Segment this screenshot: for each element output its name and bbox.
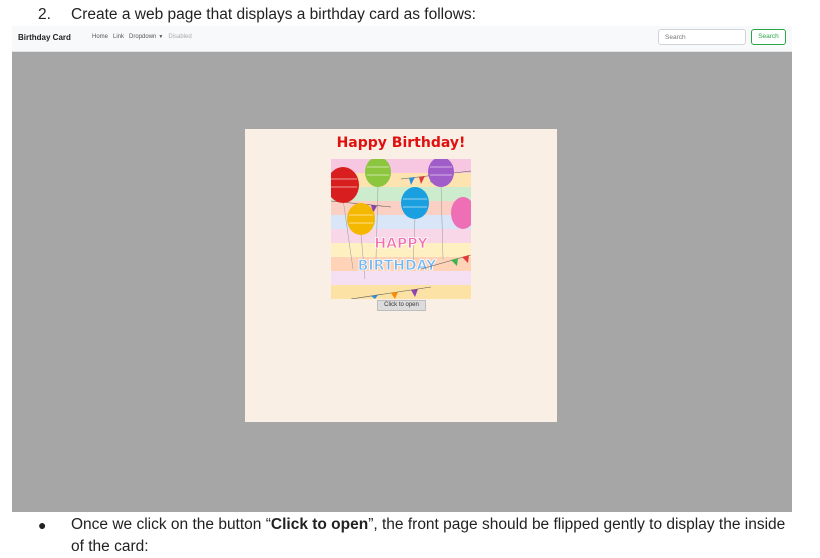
exercise-heading: 2. Create a web page that displays a birt…	[38, 6, 476, 24]
bullet-text: Once we click on the button “Click to op…	[71, 514, 791, 558]
webpage-screenshot: Birthday Card Home Link Dropdown ▼ Disabl…	[12, 26, 792, 512]
search-input[interactable]: Search	[658, 29, 746, 45]
bullet-prefix: Once we click on the button “	[71, 516, 271, 533]
image-text-birthday: BIRTHDAY	[358, 258, 437, 274]
bullet-dot-icon: ●	[38, 517, 47, 533]
exercise-number: 2.	[38, 6, 51, 23]
birthday-card: Happy Birthday! HAPPY BIRTHDAY Click to …	[245, 129, 557, 422]
nav-link-home[interactable]: Home	[92, 34, 108, 40]
card-title: Happy Birthday!	[336, 135, 466, 151]
balloons-illustration: HAPPY BIRTHDAY	[331, 159, 471, 299]
navbar: Birthday Card Home Link Dropdown ▼ Disabl…	[12, 26, 792, 52]
nav-link-disabled: Disabled	[168, 34, 192, 40]
nav-dropdown[interactable]: Dropdown ▼	[129, 34, 163, 40]
click-to-open-button[interactable]: Click to open	[377, 300, 426, 311]
caret-down-icon: ▼	[158, 34, 164, 40]
nav-links: Home Link Dropdown ▼ Disabled	[92, 34, 192, 40]
bullet-bold: Click to open	[270, 516, 369, 533]
nav-link-link[interactable]: Link	[113, 34, 124, 40]
nav-dropdown-label: Dropdown	[129, 34, 157, 40]
search-button[interactable]: Search	[751, 29, 786, 45]
image-text-happy: HAPPY	[374, 236, 428, 252]
balloons-image: HAPPY BIRTHDAY	[331, 159, 471, 299]
exercise-heading-text: Create a web page that displays a birthd…	[71, 6, 476, 23]
navbar-brand[interactable]: Birthday Card	[18, 33, 71, 42]
